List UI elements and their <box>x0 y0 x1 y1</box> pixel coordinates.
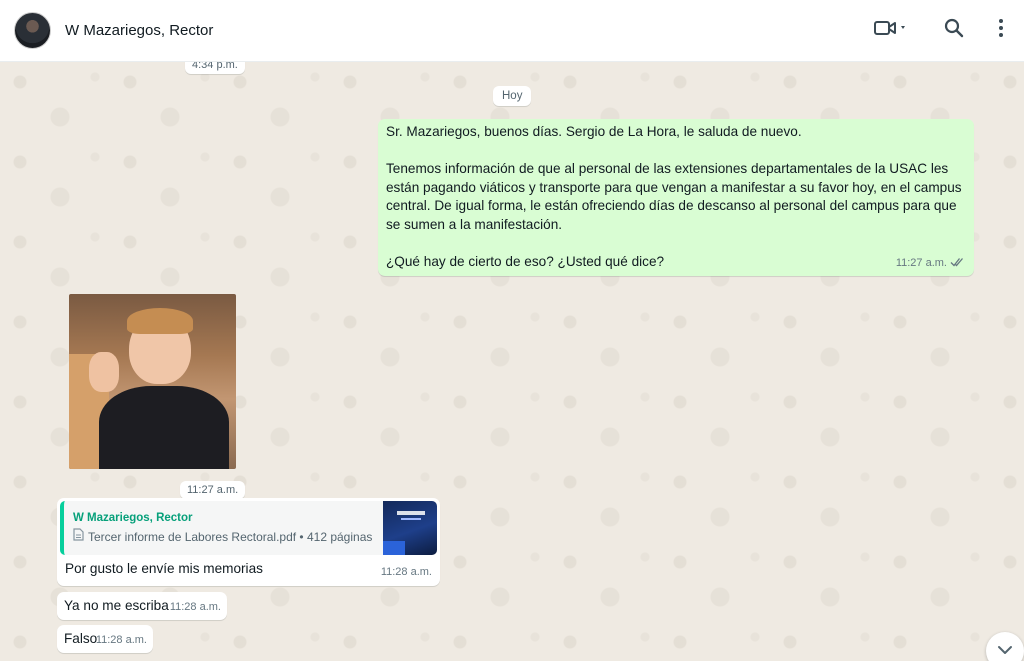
message-time: 11:28 a.m. <box>380 565 432 578</box>
more-options-button[interactable] <box>998 18 1004 43</box>
document-info: Tercer informe de Labores Rectoral.pdf •… <box>73 528 372 547</box>
contact-name[interactable]: W Mazariegos, Rector <box>65 22 213 39</box>
message-paragraph: ¿Qué hay de cierto de eso? ¿Usted qué di… <box>386 253 665 269</box>
scroll-to-bottom-button[interactable] <box>986 632 1024 661</box>
incoming-message[interactable]: Ya no me escriba 11:28 a.m. <box>57 592 227 620</box>
message-meta: 11:27 a.m. <box>896 254 964 273</box>
double-check-icon <box>950 254 964 273</box>
document-caption: Por gusto le envíe mis memorias <box>65 561 263 576</box>
document-thumbnail[interactable] <box>383 501 437 555</box>
header-actions <box>874 18 1010 43</box>
message-time: 11:28 a.m. <box>169 600 221 613</box>
timestamp-chip: 4:34 p.m. <box>185 62 245 74</box>
message-paragraph: Tenemos información de que al personal d… <box>386 161 962 232</box>
message-text: Ya no me escriba <box>64 598 169 613</box>
contact-avatar[interactable] <box>14 12 51 49</box>
chevron-down-icon <box>997 642 1013 660</box>
image-detail <box>127 308 193 334</box>
more-options-icon <box>998 18 1004 43</box>
date-divider: Hoy <box>493 86 532 106</box>
conversation-panel[interactable]: 4:34 p.m. Hoy Sr. Mazariegos, buenos día… <box>0 62 1024 661</box>
video-call-icon <box>874 18 908 43</box>
image-detail <box>99 386 229 469</box>
document-file-name: Tercer informe de Labores Rectoral.pdf •… <box>88 530 373 544</box>
document-card[interactable]: W Mazariegos, Rector Tercer informe de L… <box>60 501 437 555</box>
document-author: W Mazariegos, Rector <box>73 512 193 524</box>
chat-header: W Mazariegos, Rector <box>0 0 1024 62</box>
image-time: 11:27 a.m. <box>180 481 246 499</box>
search-icon <box>944 18 964 43</box>
message-text: Falso <box>64 631 98 646</box>
message-time: 11:28 a.m. <box>95 633 147 646</box>
image-detail <box>89 352 119 392</box>
thumbnail-detail <box>401 518 421 520</box>
document-message[interactable]: W Mazariegos, Rector Tercer informe de L… <box>57 498 440 586</box>
message-time: 11:27 a.m. <box>895 256 947 269</box>
outgoing-message[interactable]: Sr. Mazariegos, buenos días. Sergio de L… <box>378 119 974 276</box>
message-paragraph: Sr. Mazariegos, buenos días. Sergio de L… <box>386 124 802 139</box>
incoming-message[interactable]: Falso 11:28 a.m. <box>57 625 153 653</box>
thumbnail-detail <box>397 511 425 515</box>
video-call-button[interactable] <box>874 18 908 43</box>
search-button[interactable] <box>944 18 964 43</box>
thumbnail-detail <box>383 541 405 555</box>
image-message[interactable] <box>69 294 236 469</box>
document-icon <box>73 528 84 547</box>
